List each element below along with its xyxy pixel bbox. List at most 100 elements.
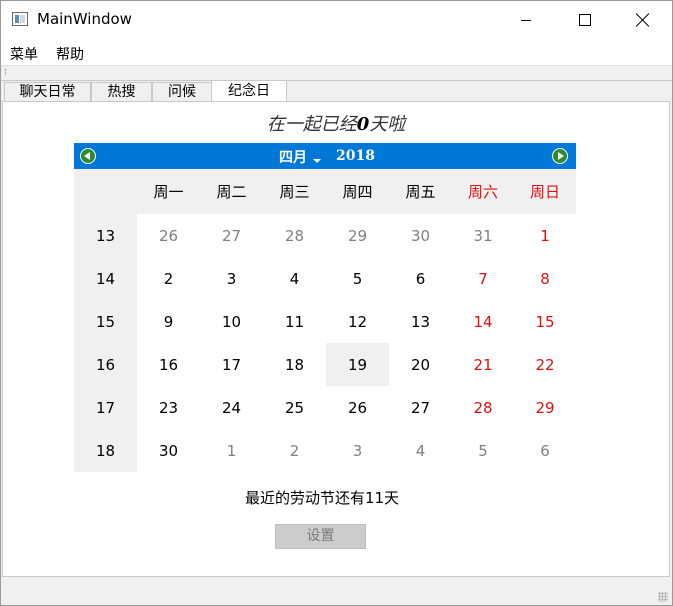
calendar-day-cell[interactable]: 30 bbox=[389, 214, 452, 257]
month-selector[interactable]: 四月 bbox=[279, 147, 307, 167]
calendar-widget: 四月 2018 周一 周二 周三 周四 周五 周六 周日 13 26 27 28 29 3… bbox=[74, 143, 576, 473]
menu-item-help[interactable]: 帮助 bbox=[56, 44, 84, 64]
calendar-day-cell[interactable]: 30 bbox=[137, 429, 200, 472]
weekday-header: 周日 bbox=[529, 183, 560, 201]
calendar-day-cell[interactable]: 3 bbox=[200, 257, 263, 300]
title-bar[interactable]: MainWindow bbox=[1, 1, 672, 39]
calendar-day-cell[interactable]: 4 bbox=[263, 257, 326, 300]
status-bar bbox=[1, 579, 672, 605]
week-number: 16 bbox=[74, 343, 137, 386]
resize-grip-icon[interactable] bbox=[658, 592, 668, 602]
calendar-day-cell[interactable]: 22 bbox=[514, 343, 576, 386]
tab-hot-search[interactable]: 热搜 bbox=[91, 82, 152, 101]
calendar-day-cell[interactable]: 3 bbox=[326, 429, 389, 472]
calendar-day-cell[interactable]: 17 bbox=[200, 343, 263, 386]
close-button[interactable] bbox=[620, 1, 666, 39]
tab-bar: 聊天日常 热搜 问候 纪念日 bbox=[1, 80, 672, 102]
month-dropdown-icon[interactable] bbox=[313, 159, 321, 163]
calendar-day-cell[interactable]: 6 bbox=[389, 257, 452, 300]
calendar-day-cell[interactable]: 28 bbox=[452, 386, 514, 429]
week-number: 15 bbox=[74, 300, 137, 343]
week-number: 14 bbox=[74, 257, 137, 300]
calendar-day-cell[interactable]: 12 bbox=[326, 300, 389, 343]
calendar-day-cell[interactable]: 29 bbox=[326, 214, 389, 257]
calendar-day-cell[interactable]: 8 bbox=[514, 257, 576, 300]
maximize-button[interactable] bbox=[562, 1, 608, 39]
calendar-day-cell[interactable]: 27 bbox=[200, 214, 263, 257]
week-number: 18 bbox=[74, 429, 137, 472]
calendar-day-cell[interactable]: 7 bbox=[452, 257, 514, 300]
menu-bar: 菜单 帮助 bbox=[1, 39, 672, 65]
calendar-day-cell[interactable]: 29 bbox=[514, 386, 576, 429]
set-button[interactable]: 设置 bbox=[275, 524, 366, 549]
calendar-day-cell[interactable]: 26 bbox=[137, 214, 200, 257]
weekday-header: 周二 bbox=[216, 183, 247, 201]
calendar-day-cell[interactable]: 16 bbox=[137, 343, 200, 386]
calendar-grid: 周一 周二 周三 周四 周五 周六 周日 13 26 27 28 29 30 31 1 14 2 3… bbox=[74, 169, 576, 472]
toolbar bbox=[1, 65, 672, 81]
together-suffix: 天啦 bbox=[369, 114, 406, 135]
labor-day-countdown: 最近的劳动节还有11天 bbox=[244, 489, 400, 507]
minimize-icon bbox=[521, 19, 531, 21]
calendar-day-cell[interactable]: 25 bbox=[263, 386, 326, 429]
calendar-day-cell[interactable]: 14 bbox=[452, 300, 514, 343]
calendar-day-cell[interactable]: 2 bbox=[263, 429, 326, 472]
calendar-day-cell[interactable]: 23 bbox=[137, 386, 200, 429]
calendar-day-cell[interactable]: 9 bbox=[137, 300, 200, 343]
calendar-navigation-bar: 四月 2018 bbox=[74, 143, 576, 169]
calendar-day-cell[interactable]: 13 bbox=[389, 300, 452, 343]
weekday-header: 周一 bbox=[153, 183, 184, 201]
calendar-day-cell[interactable]: 11 bbox=[263, 300, 326, 343]
tab-greeting[interactable]: 问候 bbox=[152, 82, 212, 101]
calendar-day-cell[interactable]: 28 bbox=[263, 214, 326, 257]
tab-chat-daily[interactable]: 聊天日常 bbox=[4, 82, 91, 101]
menu-item-menu[interactable]: 菜单 bbox=[10, 44, 38, 64]
prev-month-icon[interactable] bbox=[80, 148, 96, 164]
minimize-button[interactable] bbox=[503, 1, 549, 39]
calendar-day-cell[interactable]: 1 bbox=[514, 214, 576, 257]
calendar-day-cell[interactable]: 20 bbox=[389, 343, 452, 386]
anniversary-panel: 在一起已经0天啦 四月 2018 周一 周二 周三 周四 周五 周六 周日 13… bbox=[2, 101, 670, 577]
year-selector[interactable]: 2018 bbox=[336, 148, 375, 164]
week-number: 13 bbox=[74, 214, 137, 257]
calendar-day-cell[interactable]: 19 bbox=[326, 343, 389, 386]
calendar-day-cell[interactable]: 21 bbox=[452, 343, 514, 386]
close-icon bbox=[636, 13, 650, 27]
together-days-count: 0 bbox=[356, 114, 370, 135]
weekday-header: 周三 bbox=[279, 183, 310, 201]
calendar-day-cell[interactable]: 24 bbox=[200, 386, 263, 429]
together-days-label: 在一起已经0天啦 bbox=[3, 110, 669, 136]
calendar-day-cell[interactable]: 31 bbox=[452, 214, 514, 257]
calendar-day-cell[interactable]: 2 bbox=[137, 257, 200, 300]
calendar-day-cell[interactable]: 10 bbox=[200, 300, 263, 343]
weekday-header-row: 周一 周二 周三 周四 周五 周六 周日 bbox=[74, 169, 576, 214]
calendar-day-cell[interactable]: 18 bbox=[263, 343, 326, 386]
calendar-day-cell[interactable]: 1 bbox=[200, 429, 263, 472]
calendar-day-cell[interactable]: 6 bbox=[514, 429, 576, 472]
calendar-day-cell[interactable]: 15 bbox=[514, 300, 576, 343]
calendar-day-cell[interactable]: 26 bbox=[326, 386, 389, 429]
toolbar-grip-icon[interactable] bbox=[5, 69, 8, 75]
calendar-day-cell[interactable]: 4 bbox=[389, 429, 452, 472]
calendar-week-row: 18 30 1 2 3 4 5 6 bbox=[74, 429, 576, 472]
maximize-icon bbox=[579, 14, 591, 26]
together-prefix: 在一起已经 bbox=[266, 114, 357, 135]
calendar-week-row: 14 2 3 4 5 6 7 8 bbox=[74, 257, 576, 300]
next-month-icon[interactable] bbox=[552, 148, 568, 164]
week-number: 17 bbox=[74, 386, 137, 429]
calendar-day-cell[interactable]: 27 bbox=[389, 386, 452, 429]
weekday-header: 周五 bbox=[405, 183, 436, 201]
calendar-week-row: 13 26 27 28 29 30 31 1 bbox=[74, 214, 576, 257]
main-window: MainWindow 菜单 帮助 聊天日常 热搜 问候 纪念日 在一起已经0天啦… bbox=[0, 0, 673, 606]
weekday-header: 周六 bbox=[467, 183, 498, 201]
app-icon bbox=[12, 12, 28, 26]
tab-anniversary[interactable]: 纪念日 bbox=[211, 80, 287, 102]
calendar-week-row: 17 23 24 25 26 27 28 29 bbox=[74, 386, 576, 429]
calendar-day-cell[interactable]: 5 bbox=[326, 257, 389, 300]
window-title: MainWindow bbox=[37, 10, 132, 28]
calendar-day-cell[interactable]: 5 bbox=[452, 429, 514, 472]
calendar-week-row: 15 9 10 11 12 13 14 15 bbox=[74, 300, 576, 343]
weeknum-header-cell bbox=[74, 169, 137, 214]
calendar-week-row: 16 16 17 18 19 20 21 22 bbox=[74, 343, 576, 386]
weekday-header: 周四 bbox=[342, 183, 373, 201]
